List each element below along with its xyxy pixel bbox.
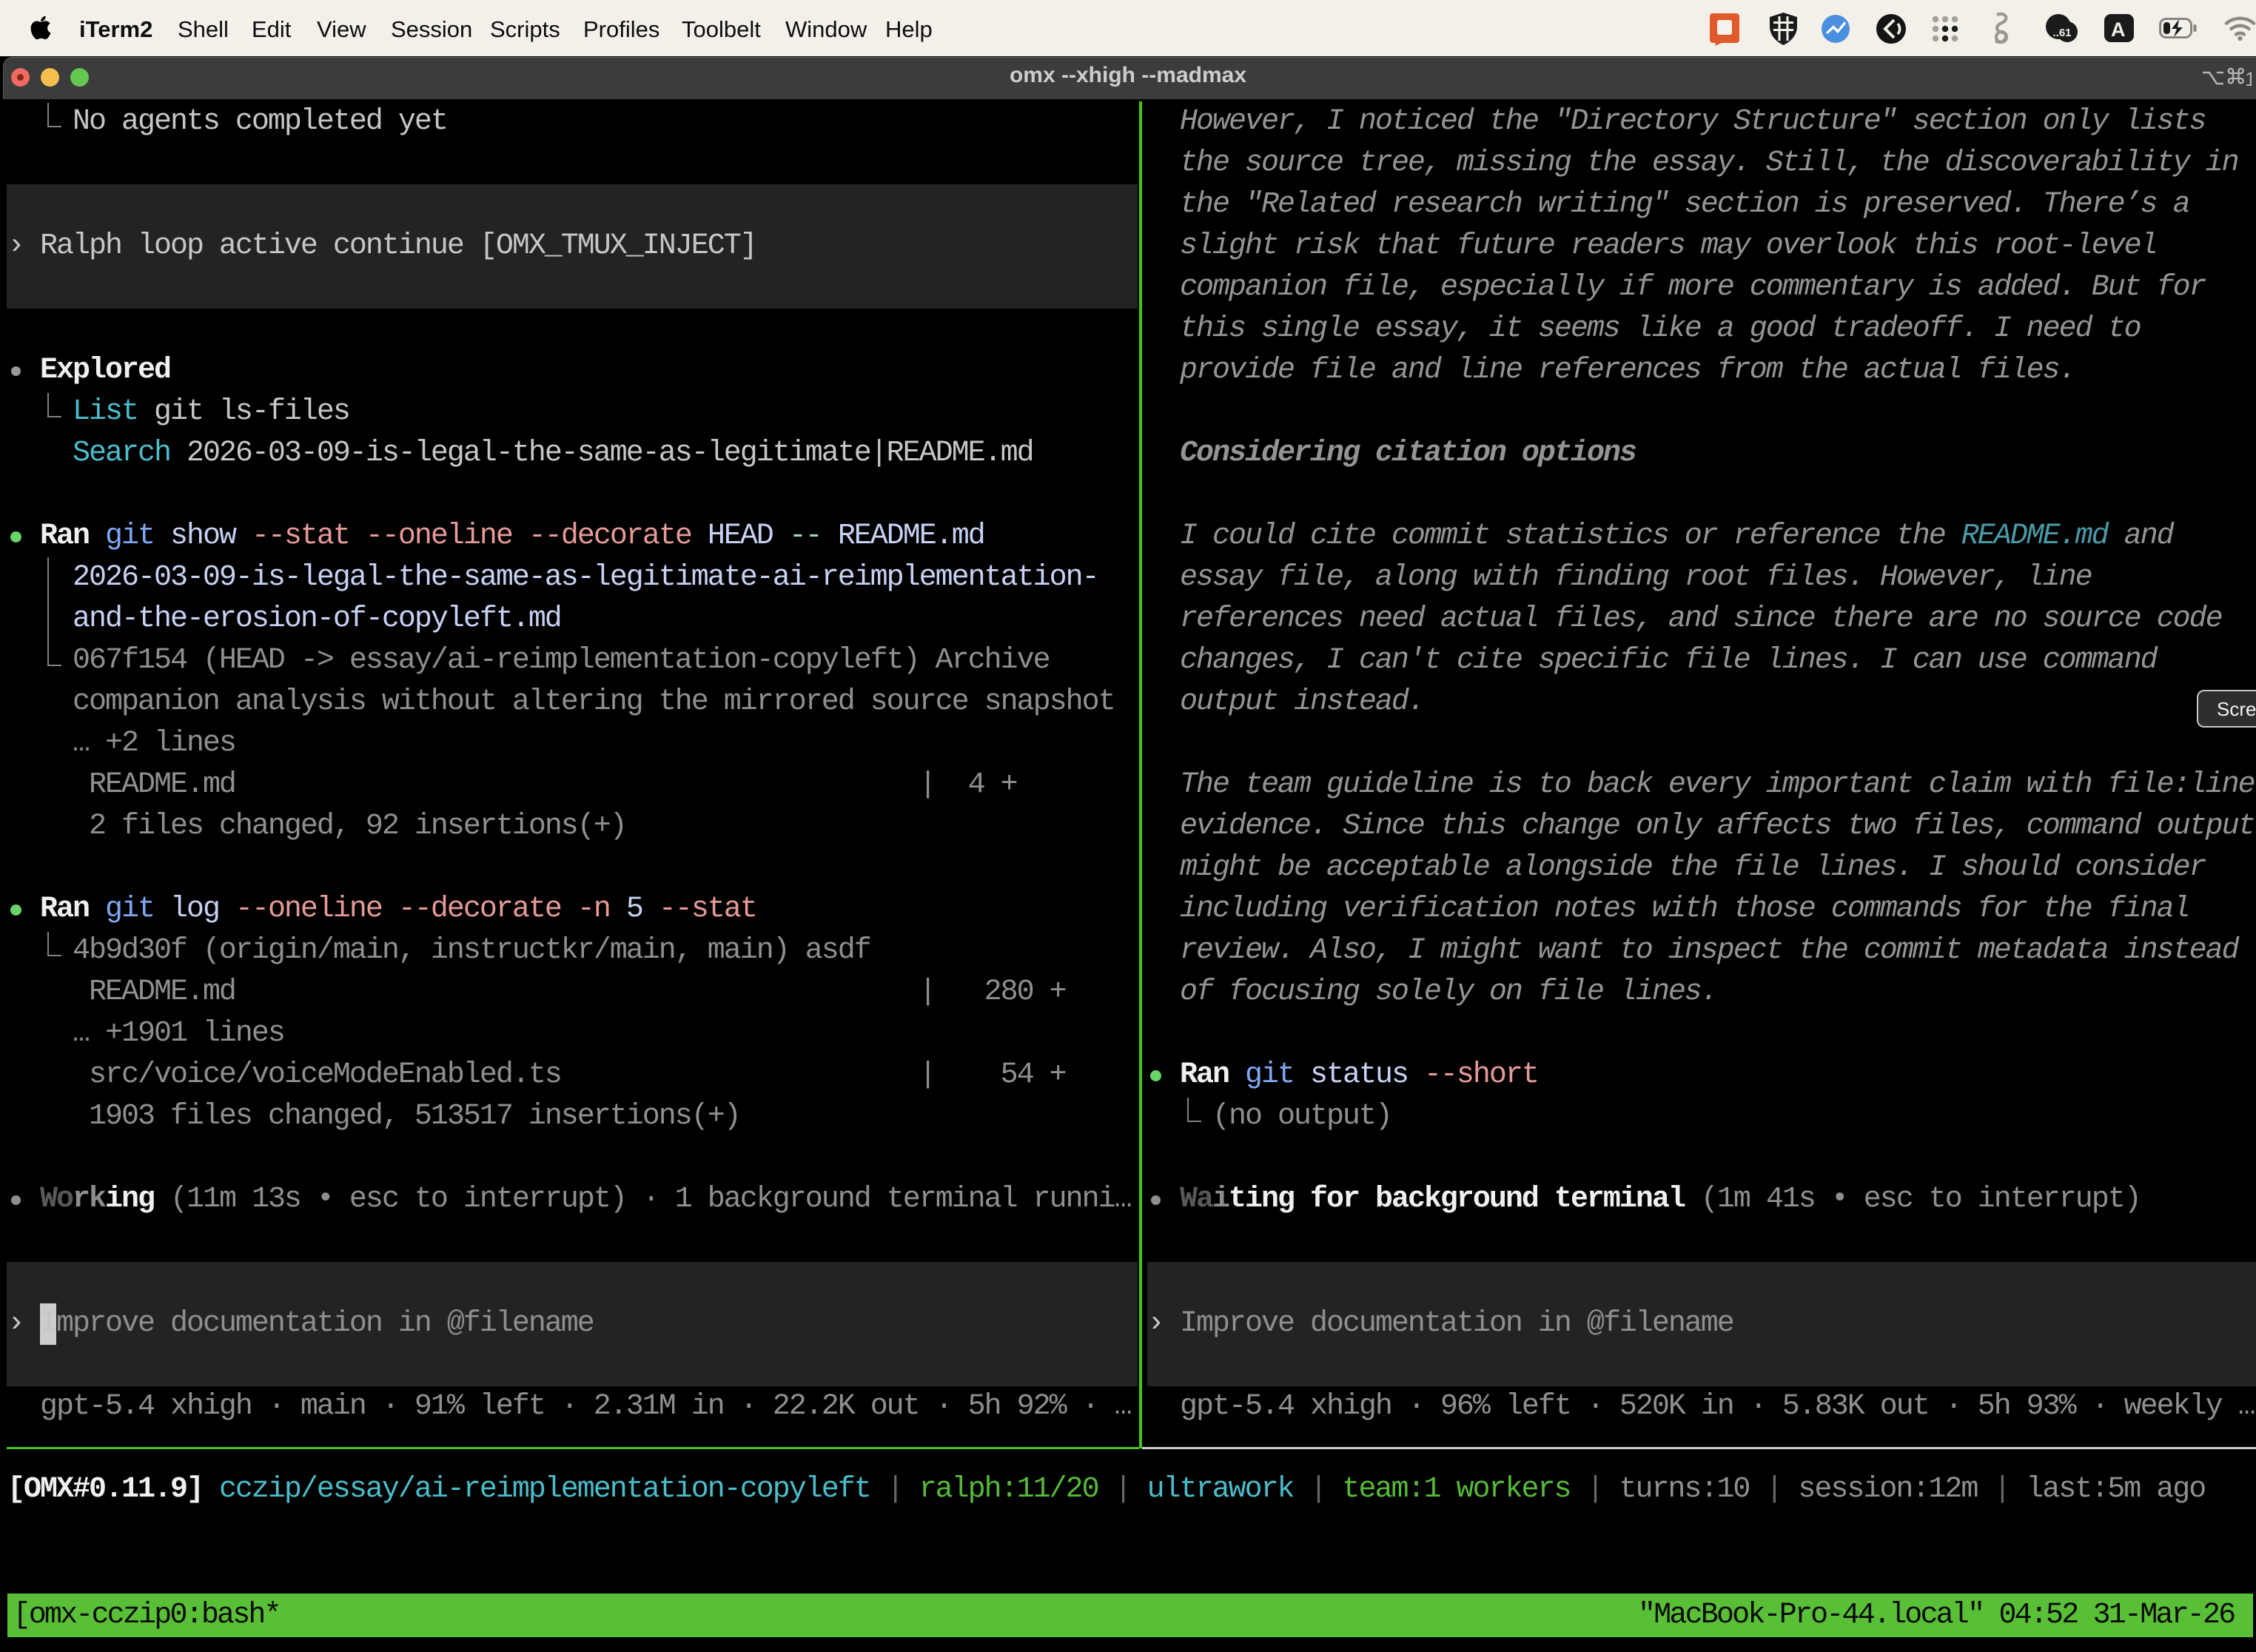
svg-text:..61: ..61 <box>2052 27 2071 39</box>
svg-text:1: 1 <box>2245 68 2252 90</box>
